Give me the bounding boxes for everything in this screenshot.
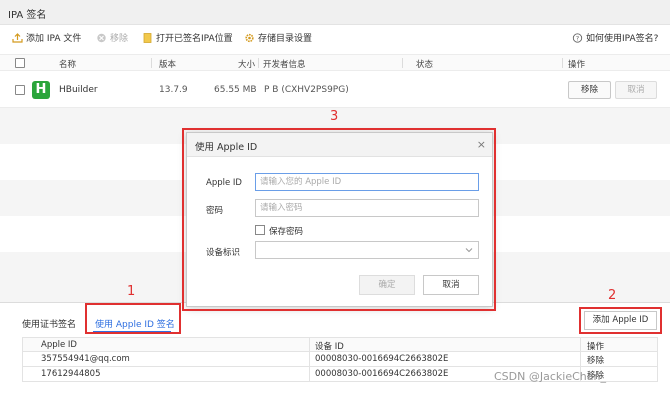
toolbar: 添加 IPA 文件 移除 打开已签名IPA位置 存储目录设置 ? 如何使用IPA签…: [0, 25, 670, 52]
apple-id-table-header: Apple ID 设备 ID 操作: [22, 337, 658, 353]
remove-label: 移除: [110, 34, 129, 44]
column-divider: [580, 352, 581, 367]
add-ipa-button[interactable]: 添加 IPA 文件: [12, 32, 81, 46]
select-all-checkbox[interactable]: [15, 58, 25, 68]
app-name: HBuilder: [59, 85, 98, 95]
storage-settings-label: 存储目录设置: [258, 34, 313, 44]
ipa-table-header: 名称 版本 大小 开发者信息 状态 操作: [0, 54, 670, 71]
annotation-label-1: 1: [127, 284, 136, 299]
help-label: 如何使用IPA签名?: [586, 34, 659, 44]
header-apple-id: Apple ID: [41, 340, 77, 350]
header-version: 版本: [159, 60, 177, 70]
gear-icon: [245, 33, 254, 43]
header-divider: [402, 58, 403, 68]
header-status: 状态: [416, 60, 434, 70]
annotation-box-3: [182, 128, 496, 311]
column-divider: [580, 338, 581, 353]
header-device-id: 设备 ID: [315, 342, 344, 352]
annotation-box-2: [579, 307, 662, 334]
column-divider: [309, 352, 310, 367]
table-row: H HBuilder 13.7.9 65.55 MB P B (CXHV2PS9…: [0, 72, 670, 108]
help-icon: ?: [572, 33, 583, 43]
storage-settings-button[interactable]: 存储目录设置: [244, 32, 312, 46]
header-developer: 开发者信息: [263, 60, 306, 70]
file-icon: [143, 33, 152, 43]
header-name: 名称: [59, 60, 77, 70]
header-size: 大小: [238, 60, 256, 70]
remove-button[interactable]: 移除: [96, 32, 128, 46]
row-cancel-button[interactable]: 取消: [615, 81, 657, 99]
help-link[interactable]: ? 如何使用IPA签名?: [572, 32, 658, 46]
app-size: 65.55 MB: [214, 85, 257, 95]
annotation-box-1: [85, 303, 181, 334]
header-divider: [258, 58, 259, 68]
app-version: 13.7.9: [159, 85, 188, 95]
header-actions: 操作: [568, 60, 586, 70]
column-divider: [309, 338, 310, 353]
device-id-value: 00008030-0016694C2663802E: [315, 354, 449, 364]
table-row: 357554941@qq.com 00008030-0016694C266380…: [22, 352, 658, 367]
header-divider: [151, 58, 152, 68]
remove-icon: [97, 33, 106, 43]
tab-certificate-signing[interactable]: 使用证书签名: [22, 317, 76, 330]
apple-id-value: 357554941@qq.com: [41, 354, 130, 364]
title-bar: IPA 签名: [0, 0, 670, 25]
hbuilder-logo-icon: H: [32, 81, 50, 99]
upload-icon: [12, 33, 23, 43]
open-signed-label: 打开已签名IPA位置: [156, 34, 233, 44]
app-developer: P B (CXHV2PS9PG): [264, 85, 349, 95]
header-action: 操作: [587, 342, 605, 352]
annotation-label-2: 2: [608, 288, 617, 303]
apple-id-value: 17612944805: [41, 369, 101, 379]
annotation-label-3: 3: [330, 109, 339, 124]
open-signed-location-button[interactable]: 打开已签名IPA位置: [142, 32, 233, 46]
header-divider: [562, 58, 563, 68]
window-title: IPA 签名: [8, 10, 47, 21]
row-remove-button[interactable]: 移除: [568, 81, 611, 99]
watermark: CSDN @JackieChan_: [494, 370, 606, 383]
row-checkbox[interactable]: [15, 85, 25, 95]
svg-text:?: ?: [576, 35, 579, 43]
add-ipa-label: 添加 IPA 文件: [26, 34, 82, 44]
apple-id-remove-link[interactable]: 移除: [587, 354, 604, 366]
column-divider: [309, 367, 310, 382]
device-id-value: 00008030-0016694C2663802E: [315, 369, 449, 379]
